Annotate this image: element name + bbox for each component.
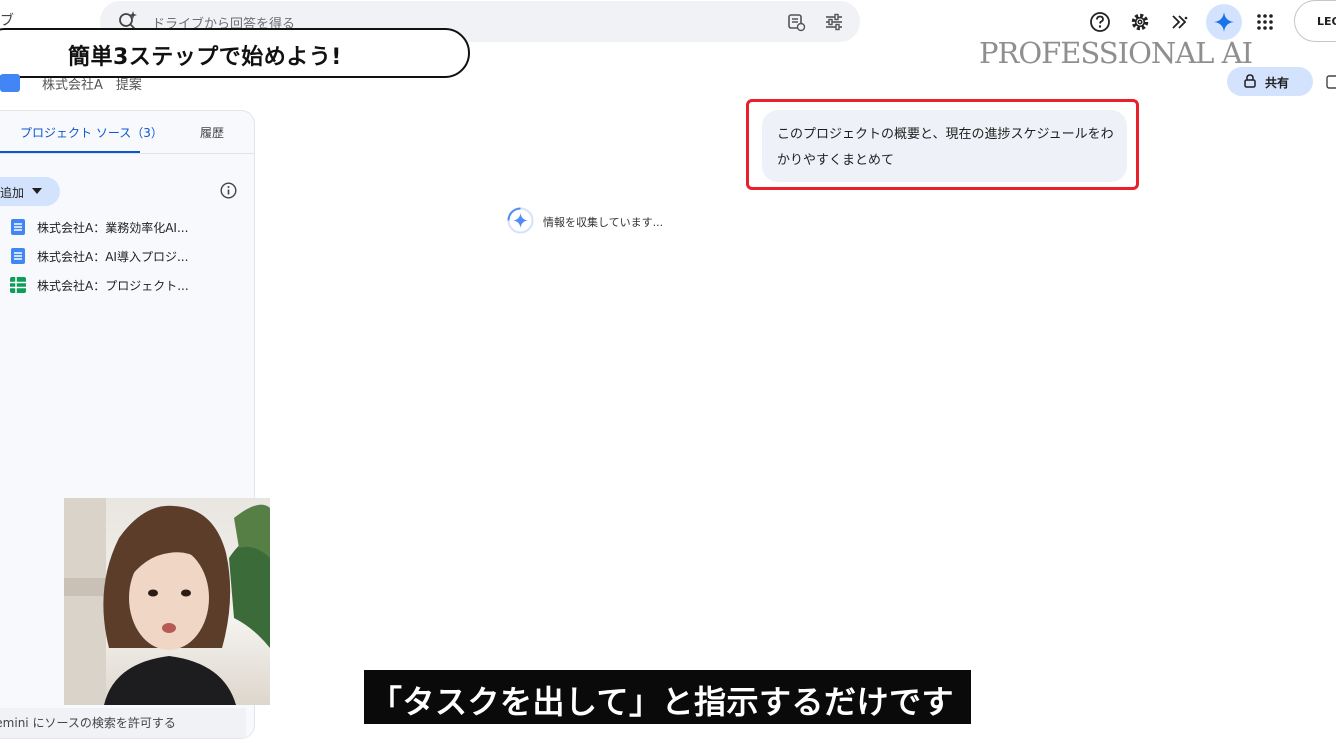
brand-watermark: PROFESSIONAL AI — [979, 36, 1253, 70]
gear-icon[interactable] — [1129, 11, 1151, 33]
apps-grid-icon[interactable] — [1254, 11, 1276, 33]
loading-status-text: 情報を収集しています... — [543, 216, 664, 229]
add-source-button[interactable]: 追加 — [0, 177, 60, 206]
google-doc-icon — [10, 248, 26, 264]
open-in-new-icon[interactable] — [1326, 74, 1336, 89]
google-doc-icon — [10, 219, 26, 235]
share-label: 共有 — [1265, 76, 1290, 90]
video-caption: 「タスクを出して」と指示するだけです — [364, 670, 971, 724]
chevron-down-icon — [32, 188, 42, 194]
google-sheet-icon — [10, 277, 26, 293]
allow-search-text: Gemini にソースの検索を許可する — [0, 716, 176, 730]
tune-icon[interactable] — [824, 12, 844, 32]
search-spark-icon — [118, 10, 138, 30]
info-icon[interactable] — [220, 182, 237, 199]
source-label: 株式会社A：業務効率化AI... — [37, 221, 189, 235]
allow-search-option[interactable]: Gemini にソースの検索を許可する — [0, 708, 246, 738]
tab-history[interactable]: 履歴 — [200, 124, 224, 141]
presenter-image — [64, 498, 270, 705]
document-title: 株式会社A 提案 — [42, 78, 142, 93]
gemini-button[interactable] — [1206, 4, 1242, 40]
highlight-annotation — [746, 99, 1139, 190]
tab-project-sources[interactable]: プロジェクト ソース（3） — [20, 124, 163, 141]
tab-divider — [0, 153, 254, 154]
step-banner: 簡単3ステップで始めよう! — [0, 28, 470, 78]
doc-icon — [0, 74, 20, 92]
account-button[interactable]: LEO — [1294, 0, 1336, 42]
share-button[interactable]: 共有 — [1227, 67, 1313, 96]
caption-text: 「タスクを出して」と指示するだけです — [370, 683, 955, 721]
expand-icon[interactable] — [1169, 11, 1191, 33]
help-icon[interactable] — [1089, 11, 1111, 33]
gemini-loading-icon — [507, 207, 534, 234]
source-label: 株式会社A：プロジェクト... — [37, 279, 189, 293]
step-banner-text: 簡単3ステップで始めよう! — [68, 45, 342, 70]
filter-history-icon[interactable] — [786, 12, 806, 32]
source-label: 株式会社A：AI導入プロジ... — [37, 250, 189, 264]
lock-icon — [1244, 74, 1256, 88]
account-label: LEO — [1317, 15, 1336, 28]
add-source-label: 追加 — [0, 186, 25, 200]
app-title-fragment: ブ — [0, 13, 14, 29]
gemini-icon — [1214, 12, 1234, 32]
presenter-webcam — [64, 498, 270, 705]
